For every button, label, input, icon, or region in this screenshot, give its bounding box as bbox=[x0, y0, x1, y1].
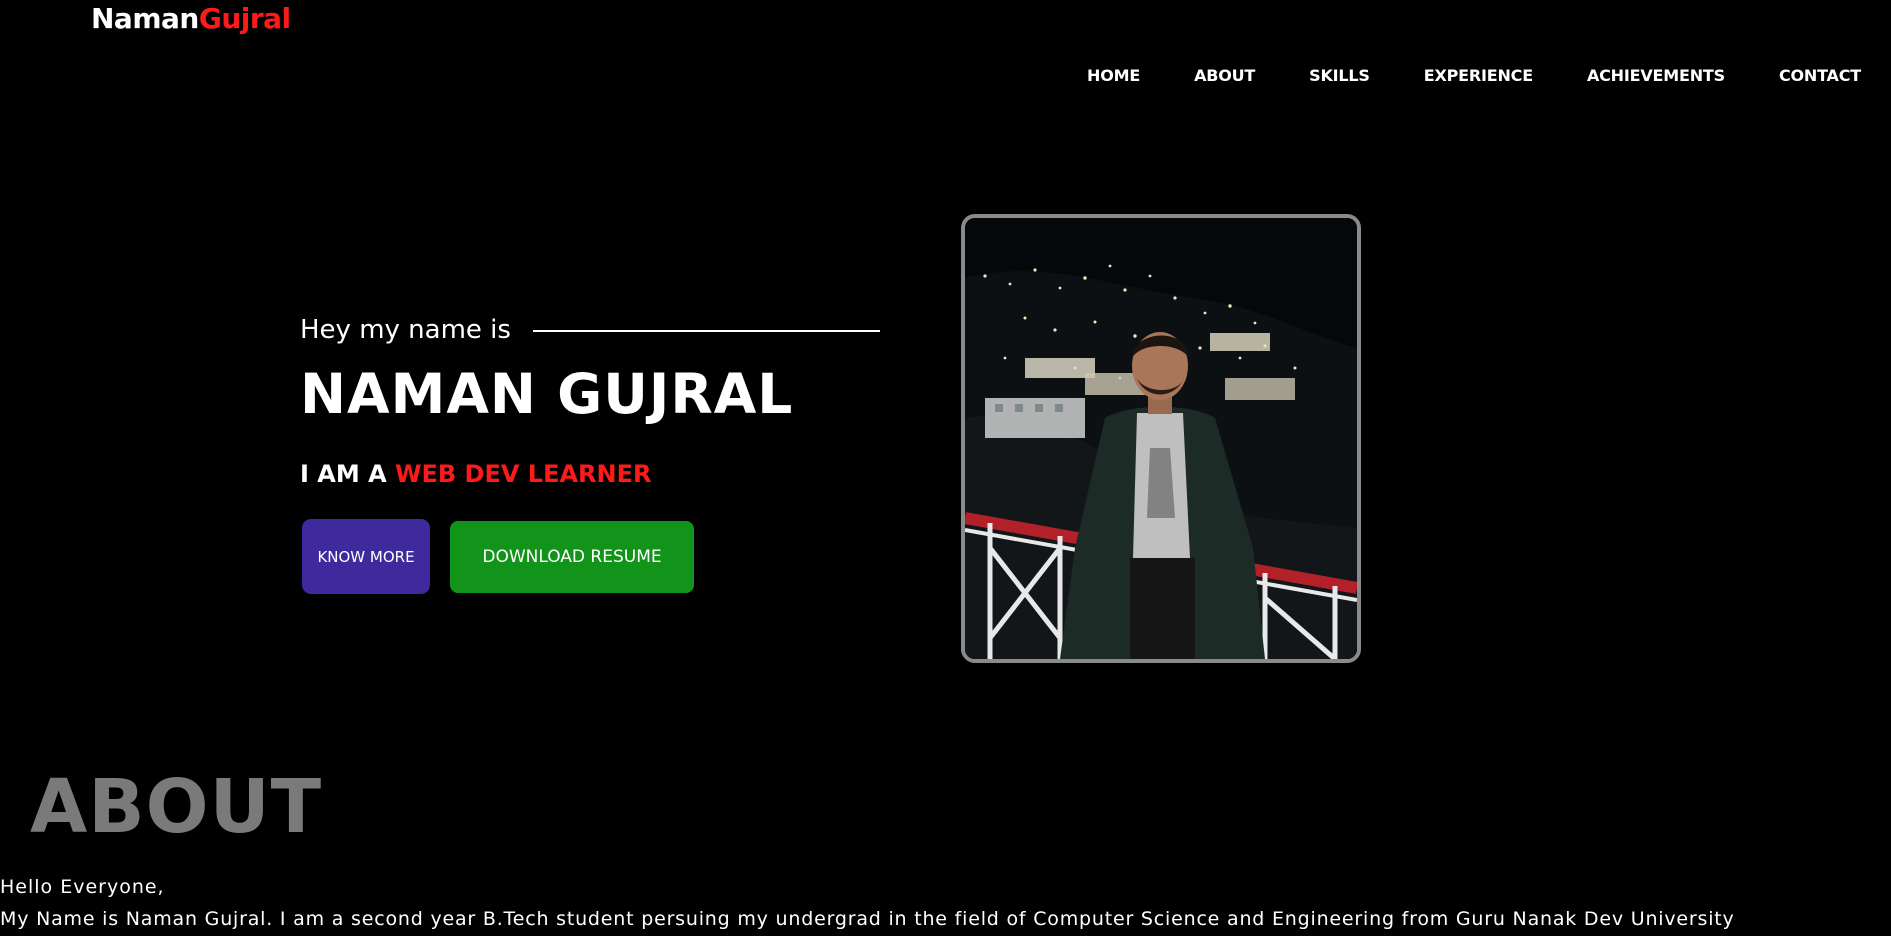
main-nav: HOME ABOUT SKILLS EXPERIENCE ACHIEVEMENT… bbox=[1087, 66, 1891, 85]
hero-name: NAMAN GUJRAL bbox=[300, 362, 794, 426]
nav-achievements-link[interactable]: ACHIEVEMENTS bbox=[1587, 66, 1725, 85]
role-accent: WEB DEV LEARNER bbox=[395, 460, 652, 488]
about-heading: ABOUT bbox=[30, 764, 323, 850]
role-prefix: I AM A bbox=[300, 460, 387, 488]
nav-skills-link[interactable]: SKILLS bbox=[1309, 66, 1370, 85]
portfolio-page: NamanGujral HOME ABOUT SKILLS EXPERIENCE… bbox=[0, 0, 1891, 936]
profile-photo bbox=[961, 214, 1361, 663]
about-greeting: Hello Everyone, bbox=[0, 876, 165, 898]
logo-first-name: Naman bbox=[91, 2, 199, 35]
site-logo[interactable]: NamanGujral bbox=[91, 2, 291, 35]
nav-home-link[interactable]: HOME bbox=[1087, 66, 1140, 85]
hero-role: I AM A WEB DEV LEARNER bbox=[300, 460, 652, 488]
intro-divider bbox=[533, 330, 880, 332]
logo-last-name: Gujral bbox=[198, 2, 291, 35]
nav-about-link[interactable]: ABOUT bbox=[1194, 66, 1255, 85]
about-paragraph: My Name is Naman Gujral. I am a second y… bbox=[0, 908, 1735, 930]
hero-intro: Hey my name is bbox=[300, 315, 511, 345]
profile-photo-illustration bbox=[965, 218, 1357, 659]
nav-experience-link[interactable]: EXPERIENCE bbox=[1424, 66, 1533, 85]
download-resume-button[interactable]: DOWNLOAD RESUME bbox=[450, 521, 694, 593]
know-more-button[interactable]: KNOW MORE bbox=[302, 519, 430, 594]
nav-contact-link[interactable]: CONTACT bbox=[1779, 66, 1861, 85]
